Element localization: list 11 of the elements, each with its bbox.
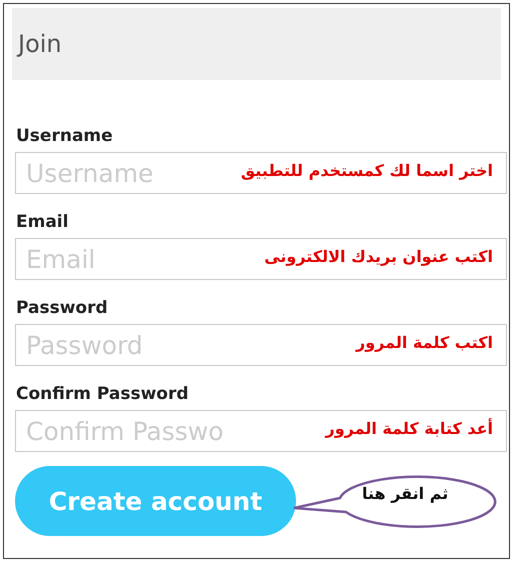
field-label: Password [16, 298, 109, 318]
annotation-text: اكتب كلمة المرور [356, 333, 493, 352]
annotation-text: أعد كتابة كلمة المرور [325, 419, 493, 438]
field-label: Username [16, 126, 114, 146]
create-account-button[interactable]: Create account [15, 466, 296, 536]
annotation-text: اختر اسما لك كمستخدم للتطبيق [240, 161, 493, 180]
callout-text: ثم انقر هنا [362, 484, 448, 503]
page-title: Join [18, 30, 62, 58]
field-label: Email [16, 212, 70, 232]
annotation-text: اكتب عنوان بريدك الالكترونى [264, 247, 493, 266]
field-label: Confirm Password [16, 384, 190, 404]
